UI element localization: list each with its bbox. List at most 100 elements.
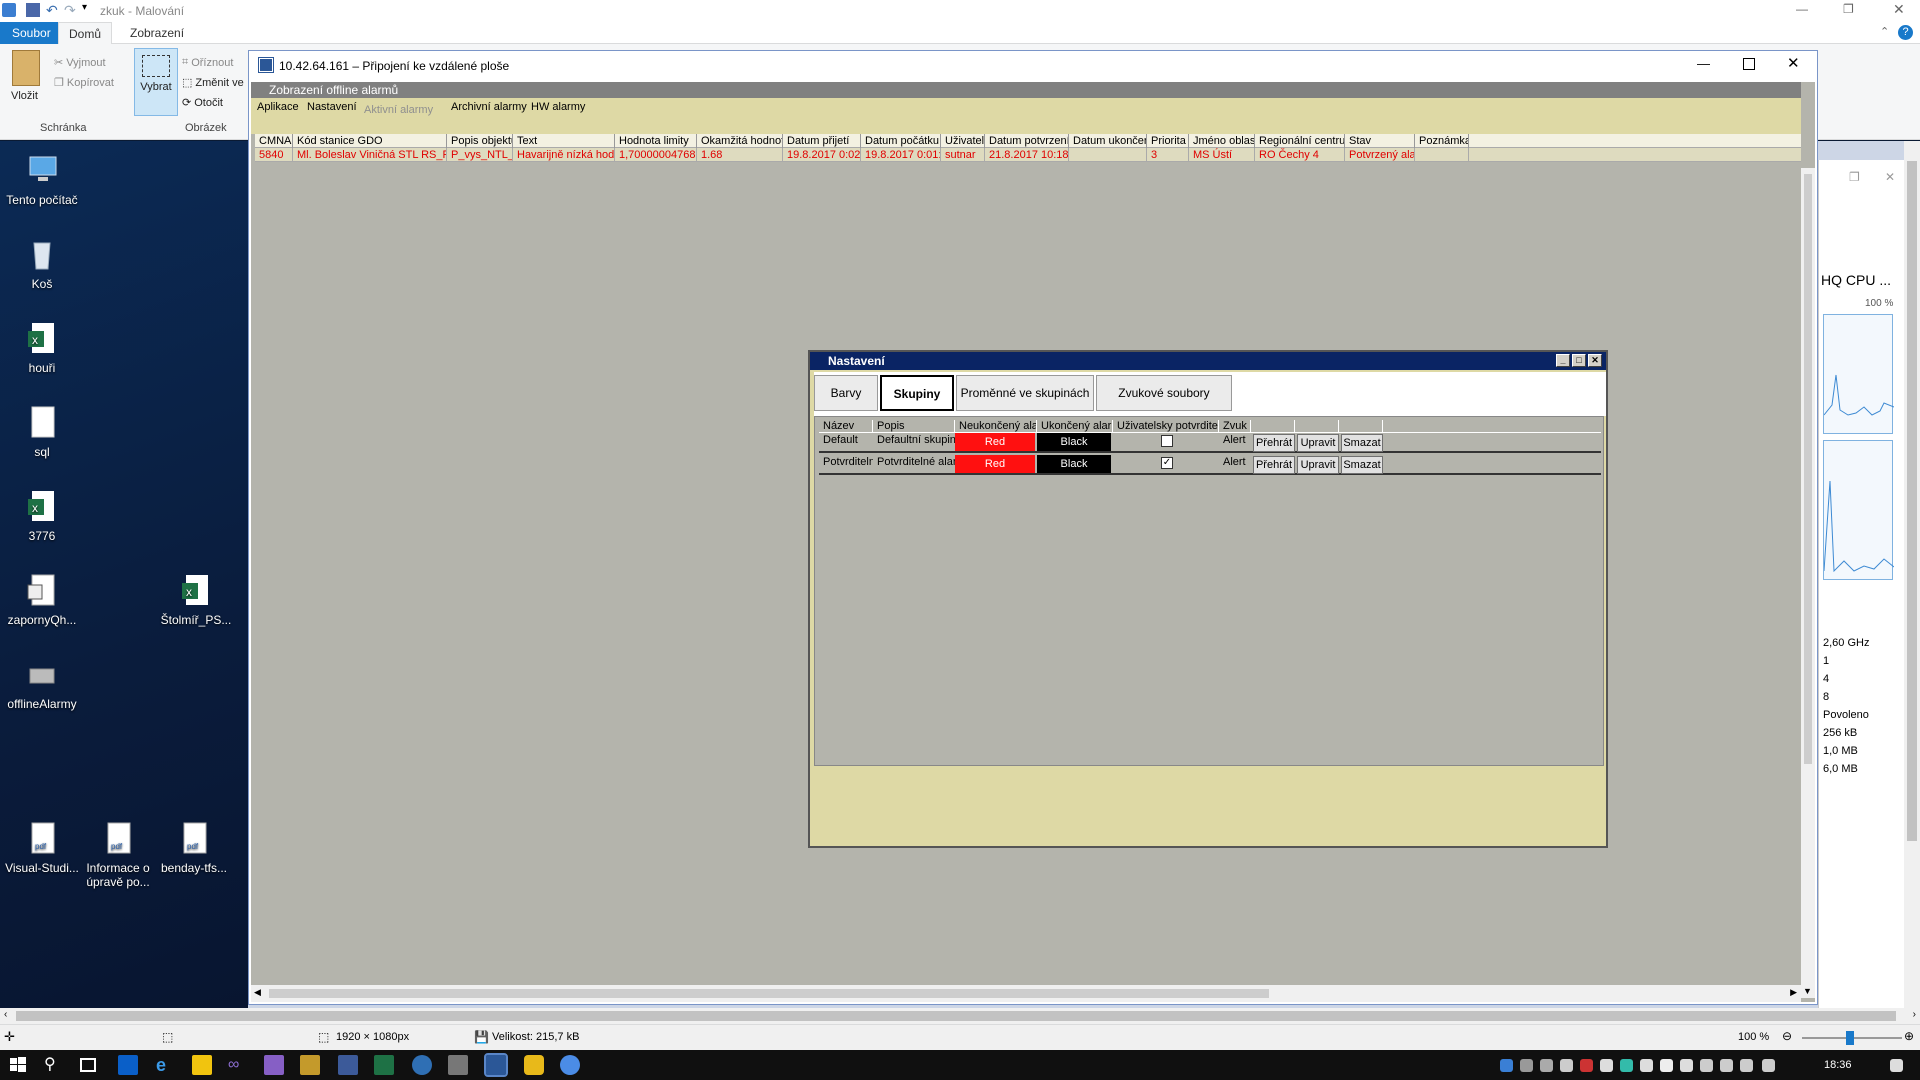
tray-icon[interactable]: [1620, 1059, 1633, 1072]
close-icon[interactable]: ✕: [1787, 54, 1800, 72]
open-alarm-color[interactable]: Red: [955, 433, 1035, 451]
vertical-scrollbar[interactable]: ▼: [1801, 168, 1815, 998]
desktop-icon-recycle-bin[interactable]: Koš: [4, 237, 80, 291]
zoom-in-icon[interactable]: ⊕: [1904, 1029, 1914, 1043]
scroll-right-icon[interactable]: ›: [1913, 1009, 1916, 1020]
tab-soubor[interactable]: Soubor: [0, 22, 63, 44]
rotate-button[interactable]: ⟳ Otočit: [182, 96, 223, 110]
table-row[interactable]: Default Defaultní skupina Red Black Aler…: [819, 433, 1601, 453]
clock[interactable]: 18:36: [1824, 1059, 1852, 1071]
desktop-icon-benday-pdf[interactable]: pdf benday-tfs...: [156, 821, 232, 875]
tray-icon[interactable]: [1640, 1059, 1653, 1072]
sticky-app-icon[interactable]: [524, 1055, 544, 1075]
save-app-icon[interactable]: [338, 1055, 358, 1075]
menu-nastaveni[interactable]: Nastavení: [307, 101, 357, 113]
battery-icon[interactable]: [1740, 1059, 1753, 1072]
play-button[interactable]: Přehrát: [1253, 456, 1295, 474]
close-icon[interactable]: ✕: [1588, 354, 1602, 367]
scrollbar-thumb[interactable]: [16, 1011, 1896, 1021]
edit-button[interactable]: Upravit: [1297, 456, 1339, 474]
browser-icon[interactable]: [412, 1055, 432, 1075]
tab-skupiny[interactable]: Skupiny: [880, 375, 954, 411]
table-row[interactable]: 5840 Ml. Boleslav Viničná STL RS_RS60324…: [255, 148, 1801, 162]
outlook-icon[interactable]: [118, 1055, 138, 1075]
col-okamzita-hodnota[interactable]: Okamžitá hodnota: [697, 134, 783, 148]
cut-button[interactable]: ✂ Vyjmout: [54, 56, 106, 70]
paint-taskbar-icon[interactable]: [560, 1055, 580, 1075]
edge-icon[interactable]: e: [156, 1055, 176, 1075]
zoom-out-icon[interactable]: ⊖: [1782, 1029, 1792, 1043]
undo-icon[interactable]: ↶: [46, 2, 58, 19]
col-popis-objektu[interactable]: Popis objektu: [447, 134, 513, 148]
maximize-icon[interactable]: [1743, 58, 1755, 70]
volume-icon[interactable]: [1762, 1059, 1775, 1072]
excel-taskbar-icon[interactable]: [374, 1055, 394, 1075]
col-poznamka[interactable]: Poznámka: [1415, 134, 1469, 148]
start-icon[interactable]: [8, 1055, 28, 1075]
usb-icon[interactable]: [1720, 1059, 1733, 1072]
col-text[interactable]: Text: [513, 134, 615, 148]
menu-aplikace[interactable]: Aplikace: [257, 101, 299, 113]
zoom-slider[interactable]: [1802, 1031, 1902, 1045]
maximize-icon[interactable]: □: [1572, 354, 1586, 367]
tab-zobrazeni[interactable]: Zobrazení: [120, 22, 194, 44]
confirmable-checkbox[interactable]: [1161, 435, 1173, 447]
paste-button[interactable]: Vložit: [11, 90, 38, 102]
copy-button[interactable]: ❐ Kopírovat: [54, 76, 114, 90]
tab-domu[interactable]: Domů: [58, 22, 113, 44]
tray-icon[interactable]: [1520, 1059, 1533, 1072]
search-icon[interactable]: ⚲: [44, 1055, 64, 1075]
closed-alarm-color[interactable]: Black: [1037, 455, 1111, 473]
minimize-icon[interactable]: _: [1556, 354, 1570, 367]
desktop-icon-zaporny[interactable]: zapornyQh...: [4, 573, 80, 627]
col-datum-potvrzeni[interactable]: Datum potvrzení: [985, 134, 1069, 148]
collapse-ribbon-icon[interactable]: ⌃: [1880, 25, 1889, 38]
col-ukonceny[interactable]: Ukončený alarm: [1037, 420, 1113, 433]
desktop-icon-visual-studio-pdf[interactable]: pdf Visual-Studi...: [4, 821, 80, 875]
tray-icon[interactable]: [1600, 1059, 1613, 1072]
desktop-icon-houri[interactable]: x houři: [4, 321, 80, 375]
col-uzivatelsky-potvrditelny[interactable]: Uživatelsky potvrditelný: [1113, 420, 1219, 433]
task-view-icon[interactable]: [80, 1058, 96, 1072]
qat-dropdown-icon[interactable]: ▾: [82, 2, 87, 13]
col-datum-ukonceni[interactable]: Datum ukončení: [1069, 134, 1147, 148]
tray-icon[interactable]: [1540, 1059, 1553, 1072]
tray-icon[interactable]: [1660, 1059, 1673, 1072]
desktop-icon-this-pc[interactable]: Tento počítač: [4, 153, 80, 207]
desktop-icon-3776[interactable]: x 3776: [4, 489, 80, 543]
horizontal-scrollbar[interactable]: ◀ ▶: [251, 985, 1801, 1002]
col-datum-prijeti[interactable]: Datum přijetí: [783, 134, 861, 148]
col-uzivatel[interactable]: Uživatel: [941, 134, 985, 148]
minimize-icon[interactable]: —: [1697, 56, 1710, 71]
col-priorita[interactable]: Priorita: [1147, 134, 1189, 148]
col-nazev[interactable]: Název: [819, 420, 873, 433]
scroll-left-icon[interactable]: ◀: [254, 987, 261, 998]
col-cmna[interactable]: CMNA: [255, 134, 293, 148]
menu-aktivni-alarmy[interactable]: Aktivní alarmy: [364, 104, 433, 116]
close-icon[interactable]: ✕: [1893, 1, 1905, 18]
table-row[interactable]: Potvrditelné Potvrditelné alarmy Red Bla…: [819, 455, 1601, 475]
menu-hw-alarmy[interactable]: HW alarmy: [531, 101, 585, 113]
paint-vertical-scrollbar[interactable]: [1904, 141, 1920, 1008]
col-zvuk[interactable]: Zvuk: [1219, 420, 1251, 433]
restore-icon[interactable]: ❐: [1849, 170, 1860, 184]
tray-icon[interactable]: [1500, 1059, 1513, 1072]
menu-archivni-alarmy[interactable]: Archivní alarmy: [451, 101, 527, 113]
action-center-icon[interactable]: [1890, 1059, 1903, 1072]
redo-icon[interactable]: ↷: [64, 2, 76, 19]
remote-desktop-taskbar-icon[interactable]: [484, 1053, 508, 1077]
tab-barvy[interactable]: Barvy: [814, 375, 878, 411]
col-regionalni-centrum[interactable]: Regionální centrum: [1255, 134, 1345, 148]
paint-app-icon[interactable]: [2, 3, 16, 17]
desktop-icon-informace-pdf[interactable]: pdf Informace o úpravě po...: [80, 821, 156, 889]
infinity-app-icon[interactable]: ∞: [228, 1055, 248, 1075]
scroll-right-icon[interactable]: ▶: [1790, 987, 1797, 998]
edit-button[interactable]: Upravit: [1297, 434, 1339, 452]
scrollbar-thumb[interactable]: [1907, 161, 1917, 841]
tray-icon[interactable]: [1560, 1059, 1573, 1072]
resize-button[interactable]: ⬚ Změnit ve: [182, 76, 244, 90]
delete-button[interactable]: Smazat: [1341, 456, 1383, 474]
desktop-icon-stolmir[interactable]: x Štolmíř_PS...: [156, 573, 236, 627]
desktop-icon-offline-alarmy[interactable]: offlineAlarmy: [4, 657, 80, 711]
select-button[interactable]: Vybrat: [134, 48, 178, 116]
